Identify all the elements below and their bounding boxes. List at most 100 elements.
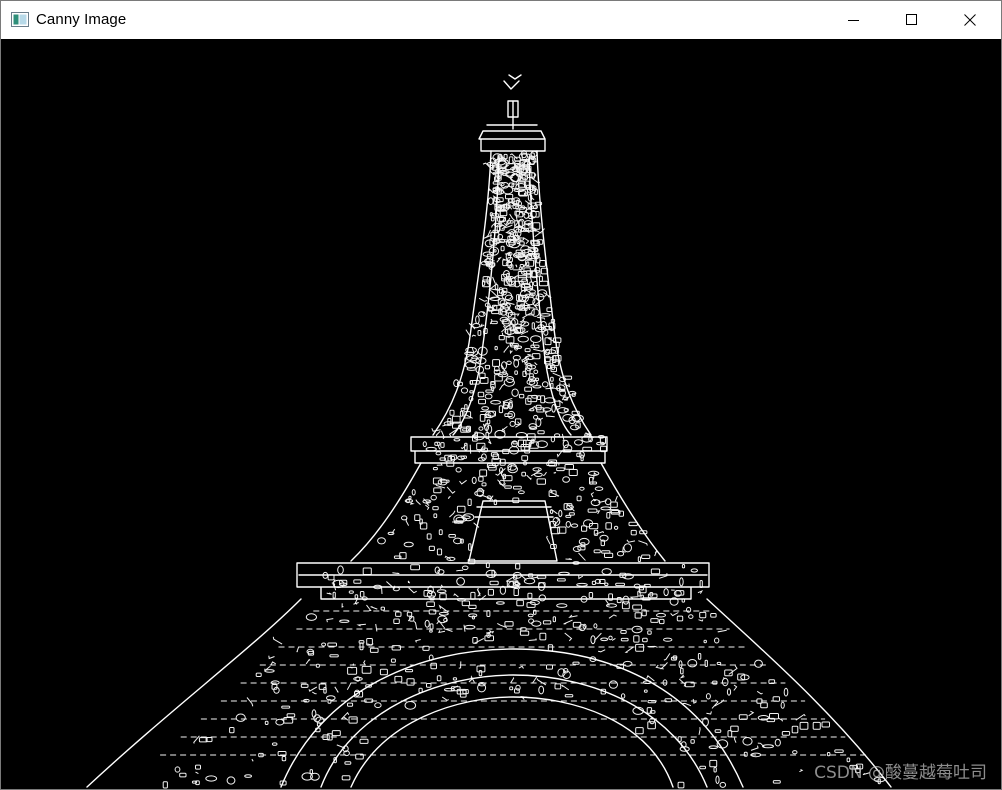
edge-fragment [281,705,291,709]
edge-fragment [356,623,366,627]
edge-fragment [518,665,524,669]
edge-fragment [509,686,514,691]
edge-fragment [464,442,468,451]
edge-fragment [461,600,471,607]
edge-fragment [536,575,547,579]
edge-fragment [492,359,501,367]
edge-fragment [505,193,514,200]
edge-fragment [469,444,472,454]
edge-fragment [406,678,415,686]
edge-fragment [436,675,442,682]
edge-fragment [681,598,686,603]
edge-fragment [642,637,648,643]
edge-fragment [551,404,556,413]
edge-fragment [620,630,627,634]
edge-fragment [616,597,622,604]
edge-fragment [623,543,633,553]
edge-fragment [556,578,566,582]
edge-fragment [663,588,669,597]
edge-fragment [507,410,516,419]
edge-fragment [638,587,645,591]
edge-fragment [562,414,574,422]
edge-fragment [446,486,456,494]
edge-fragment [502,397,513,405]
edge-fragment [511,388,519,397]
edge-fragment [461,565,469,571]
edge-fragment [791,725,799,734]
edge-fragment [481,406,490,411]
edge-fragment [772,780,781,784]
opencv-window-icon [11,12,29,27]
edge-fragment [518,490,525,495]
edge-fragment [305,613,317,621]
edge-fragment [369,605,378,610]
edge-fragment [271,742,278,746]
minimize-button[interactable] [825,1,883,39]
close-button[interactable] [941,1,999,39]
edge-fragment [504,485,512,489]
edge-fragment [679,674,685,679]
edge-fragment [487,197,494,206]
edge-fragment [521,471,526,477]
edge-fragment [614,495,618,502]
edge-fragment [521,455,529,461]
title-bar[interactable]: Canny Image [1,1,1001,39]
edge-fragment [578,537,590,546]
edge-fragment [593,471,598,480]
edge-fragment [332,591,336,599]
edge-fragment [641,554,651,559]
edge-fragment [780,701,785,709]
edge-fragment [572,661,580,665]
edge-fragment [492,276,497,284]
edge-fragment [517,335,529,343]
edge-fragment [547,644,554,652]
edge-fragment [244,774,253,778]
edge-fragment [456,505,466,513]
edge-fragment [455,467,462,473]
edge-fragment [487,588,494,596]
edge-fragment [570,523,579,528]
edge-fragment [605,522,612,530]
edge-fragment [423,498,431,504]
edge-fragment [713,767,717,773]
edge-fragment [481,482,487,487]
edge-fragment [353,676,363,682]
edge-fragment [568,512,575,516]
edge-fragment [529,379,538,387]
edge-fragment [534,362,538,366]
edge-fragment [407,580,411,584]
edge-fragment [481,311,485,315]
edge-fragment [174,766,181,773]
edge-fragment [392,572,400,575]
edge-fragment [705,693,711,700]
edge-fragment [679,577,684,587]
edge-fragment [620,693,626,699]
edge-fragment [478,476,484,482]
edge-fragment [394,675,403,683]
edge-fragment [429,623,434,630]
edge-fragment [272,636,283,645]
edge-fragment [300,683,309,688]
edge-fragment [462,428,470,432]
edge-fragment [650,568,661,575]
edge-fragment [502,426,508,432]
edge-fragment [593,623,598,629]
edge-fragment [565,514,572,518]
edge-fragment [531,308,540,317]
edge-fragment [531,620,542,627]
edge-fragment [478,670,483,677]
edge-fragment [538,594,546,602]
maximize-button[interactable] [883,1,941,39]
edge-fragment [604,498,612,506]
edge-fragment [426,683,432,688]
edge-fragment [774,738,781,747]
edge-fragment [545,387,557,390]
edge-fragment [508,445,520,455]
eiffel-tower-edge-map [86,74,892,789]
edge-fragment [708,745,718,750]
edge-fragment [491,569,495,578]
edge-fragment [550,376,554,382]
edge-fragment [471,476,477,485]
edge-fragment [405,669,414,673]
edge-fragment [537,430,545,435]
